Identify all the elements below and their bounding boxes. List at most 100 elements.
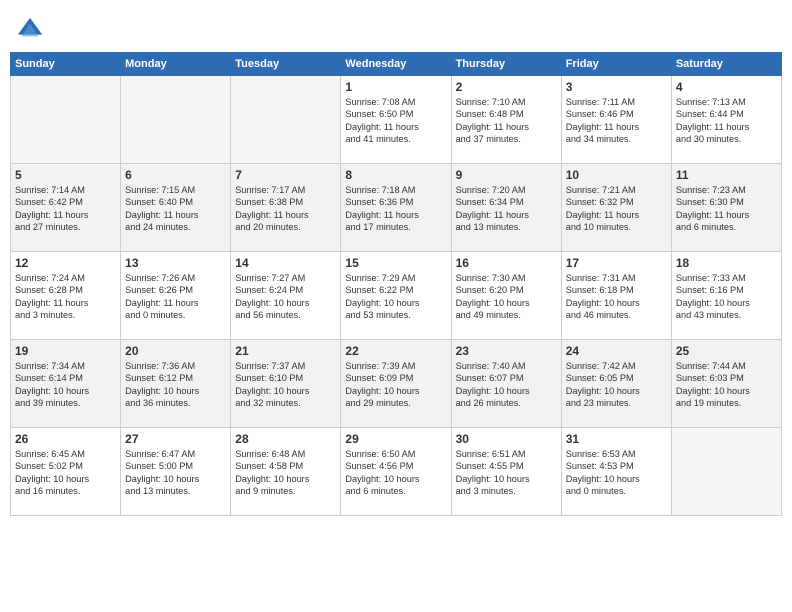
day-info: Sunrise: 7:36 AM Sunset: 6:12 PM Dayligh… bbox=[125, 360, 226, 410]
day-cell: 7 Sunrise: 7:17 AM Sunset: 6:38 PM Daylig… bbox=[231, 164, 341, 252]
day-cell: 30 Sunrise: 6:51 AM Sunset: 4:55 PM Dayli… bbox=[451, 428, 561, 516]
column-header-wednesday: Wednesday bbox=[341, 53, 451, 76]
day-info: Sunrise: 7:08 AM Sunset: 6:50 PM Dayligh… bbox=[345, 96, 446, 146]
day-number: 2 bbox=[456, 80, 557, 94]
day-number: 15 bbox=[345, 256, 446, 270]
day-cell bbox=[231, 76, 341, 164]
day-info: Sunrise: 7:34 AM Sunset: 6:14 PM Dayligh… bbox=[15, 360, 116, 410]
day-number: 29 bbox=[345, 432, 446, 446]
day-info: Sunrise: 7:15 AM Sunset: 6:40 PM Dayligh… bbox=[125, 184, 226, 234]
day-cell: 24 Sunrise: 7:42 AM Sunset: 6:05 PM Dayli… bbox=[561, 340, 671, 428]
day-number: 16 bbox=[456, 256, 557, 270]
day-cell: 28 Sunrise: 6:48 AM Sunset: 4:58 PM Dayli… bbox=[231, 428, 341, 516]
page-header bbox=[10, 10, 782, 44]
day-cell: 4Sunrise: 7:13 AM Sunset: 6:44 PM Daylig… bbox=[671, 76, 781, 164]
day-cell: 19 Sunrise: 7:34 AM Sunset: 6:14 PM Dayli… bbox=[11, 340, 121, 428]
day-cell: 6Sunrise: 7:15 AM Sunset: 6:40 PM Daylig… bbox=[121, 164, 231, 252]
day-cell: 15 Sunrise: 7:29 AM Sunset: 6:22 PM Dayli… bbox=[341, 252, 451, 340]
day-info: Sunrise: 7:30 AM Sunset: 6:20 PM Dayligh… bbox=[456, 272, 557, 322]
day-number: 13 bbox=[125, 256, 226, 270]
column-header-sunday: Sunday bbox=[11, 53, 121, 76]
day-cell: 31 Sunrise: 6:53 AM Sunset: 4:53 PM Dayli… bbox=[561, 428, 671, 516]
day-number: 19 bbox=[15, 344, 116, 358]
day-cell: 25 Sunrise: 7:44 AM Sunset: 6:03 PM Dayli… bbox=[671, 340, 781, 428]
day-number: 7 bbox=[235, 168, 336, 182]
day-cell: 21Sunrise: 7:37 AM Sunset: 6:10 PM Dayli… bbox=[231, 340, 341, 428]
calendar-table: SundayMondayTuesdayWednesdayThursdayFrid… bbox=[10, 52, 782, 516]
day-number: 25 bbox=[676, 344, 777, 358]
week-row-4: 19 Sunrise: 7:34 AM Sunset: 6:14 PM Dayli… bbox=[11, 340, 782, 428]
day-info: Sunrise: 7:27 AM Sunset: 6:24 PM Dayligh… bbox=[235, 272, 336, 322]
day-info: Sunrise: 7:31 AM Sunset: 6:18 PM Dayligh… bbox=[566, 272, 667, 322]
day-info: Sunrise: 7:14 AM Sunset: 6:42 PM Dayligh… bbox=[15, 184, 116, 234]
day-info: Sunrise: 7:29 AM Sunset: 6:22 PM Dayligh… bbox=[345, 272, 446, 322]
day-number: 8 bbox=[345, 168, 446, 182]
day-number: 26 bbox=[15, 432, 116, 446]
day-info: Sunrise: 6:51 AM Sunset: 4:55 PM Dayligh… bbox=[456, 448, 557, 498]
day-cell: 27 Sunrise: 6:47 AM Sunset: 5:00 PM Dayli… bbox=[121, 428, 231, 516]
day-number: 31 bbox=[566, 432, 667, 446]
day-info: Sunrise: 7:37 AM Sunset: 6:10 PM Dayligh… bbox=[235, 360, 336, 410]
day-info: Sunrise: 7:26 AM Sunset: 6:26 PM Dayligh… bbox=[125, 272, 226, 322]
day-info: Sunrise: 7:33 AM Sunset: 6:16 PM Dayligh… bbox=[676, 272, 777, 322]
logo-icon bbox=[16, 16, 44, 44]
day-info: Sunrise: 7:18 AM Sunset: 6:36 PM Dayligh… bbox=[345, 184, 446, 234]
day-cell: 11 Sunrise: 7:23 AM Sunset: 6:30 PM Dayli… bbox=[671, 164, 781, 252]
day-number: 30 bbox=[456, 432, 557, 446]
day-cell bbox=[671, 428, 781, 516]
day-number: 28 bbox=[235, 432, 336, 446]
day-info: Sunrise: 6:48 AM Sunset: 4:58 PM Dayligh… bbox=[235, 448, 336, 498]
day-info: Sunrise: 7:17 AM Sunset: 6:38 PM Dayligh… bbox=[235, 184, 336, 234]
day-cell bbox=[11, 76, 121, 164]
day-info: Sunrise: 6:53 AM Sunset: 4:53 PM Dayligh… bbox=[566, 448, 667, 498]
week-row-1: 1 Sunrise: 7:08 AM Sunset: 6:50 PM Daylig… bbox=[11, 76, 782, 164]
day-cell: 17Sunrise: 7:31 AM Sunset: 6:18 PM Dayli… bbox=[561, 252, 671, 340]
column-header-tuesday: Tuesday bbox=[231, 53, 341, 76]
day-number: 20 bbox=[125, 344, 226, 358]
column-header-friday: Friday bbox=[561, 53, 671, 76]
logo bbox=[14, 16, 44, 44]
day-info: Sunrise: 7:20 AM Sunset: 6:34 PM Dayligh… bbox=[456, 184, 557, 234]
day-number: 14 bbox=[235, 256, 336, 270]
day-cell: 2 Sunrise: 7:10 AM Sunset: 6:48 PM Daylig… bbox=[451, 76, 561, 164]
week-row-3: 12 Sunrise: 7:24 AM Sunset: 6:28 PM Dayli… bbox=[11, 252, 782, 340]
day-number: 9 bbox=[456, 168, 557, 182]
day-info: Sunrise: 6:47 AM Sunset: 5:00 PM Dayligh… bbox=[125, 448, 226, 498]
header-row: SundayMondayTuesdayWednesdayThursdayFrid… bbox=[11, 53, 782, 76]
day-info: Sunrise: 6:50 AM Sunset: 4:56 PM Dayligh… bbox=[345, 448, 446, 498]
day-cell: 13 Sunrise: 7:26 AM Sunset: 6:26 PM Dayli… bbox=[121, 252, 231, 340]
day-number: 23 bbox=[456, 344, 557, 358]
day-number: 22 bbox=[345, 344, 446, 358]
day-number: 12 bbox=[15, 256, 116, 270]
day-cell: 23 Sunrise: 7:40 AM Sunset: 6:07 PM Dayli… bbox=[451, 340, 561, 428]
column-header-monday: Monday bbox=[121, 53, 231, 76]
day-cell: 20 Sunrise: 7:36 AM Sunset: 6:12 PM Dayli… bbox=[121, 340, 231, 428]
day-info: Sunrise: 7:39 AM Sunset: 6:09 PM Dayligh… bbox=[345, 360, 446, 410]
day-info: Sunrise: 7:11 AM Sunset: 6:46 PM Dayligh… bbox=[566, 96, 667, 146]
day-info: Sunrise: 7:42 AM Sunset: 6:05 PM Dayligh… bbox=[566, 360, 667, 410]
day-cell: 12 Sunrise: 7:24 AM Sunset: 6:28 PM Dayli… bbox=[11, 252, 121, 340]
day-cell: 8 Sunrise: 7:18 AM Sunset: 6:36 PM Daylig… bbox=[341, 164, 451, 252]
day-info: Sunrise: 7:23 AM Sunset: 6:30 PM Dayligh… bbox=[676, 184, 777, 234]
day-number: 18 bbox=[676, 256, 777, 270]
day-info: Sunrise: 6:45 AM Sunset: 5:02 PM Dayligh… bbox=[15, 448, 116, 498]
column-header-thursday: Thursday bbox=[451, 53, 561, 76]
day-cell: 22 Sunrise: 7:39 AM Sunset: 6:09 PM Dayli… bbox=[341, 340, 451, 428]
day-cell: 5 Sunrise: 7:14 AM Sunset: 6:42 PM Daylig… bbox=[11, 164, 121, 252]
day-info: Sunrise: 7:40 AM Sunset: 6:07 PM Dayligh… bbox=[456, 360, 557, 410]
day-number: 11 bbox=[676, 168, 777, 182]
day-number: 27 bbox=[125, 432, 226, 446]
day-cell: 1 Sunrise: 7:08 AM Sunset: 6:50 PM Daylig… bbox=[341, 76, 451, 164]
day-cell: 16 Sunrise: 7:30 AM Sunset: 6:20 PM Dayli… bbox=[451, 252, 561, 340]
day-number: 5 bbox=[15, 168, 116, 182]
day-cell: 29 Sunrise: 6:50 AM Sunset: 4:56 PM Dayli… bbox=[341, 428, 451, 516]
day-cell: 14 Sunrise: 7:27 AM Sunset: 6:24 PM Dayli… bbox=[231, 252, 341, 340]
day-number: 24 bbox=[566, 344, 667, 358]
day-info: Sunrise: 7:24 AM Sunset: 6:28 PM Dayligh… bbox=[15, 272, 116, 322]
day-number: 1 bbox=[345, 80, 446, 94]
week-row-5: 26 Sunrise: 6:45 AM Sunset: 5:02 PM Dayli… bbox=[11, 428, 782, 516]
day-info: Sunrise: 7:10 AM Sunset: 6:48 PM Dayligh… bbox=[456, 96, 557, 146]
day-info: Sunrise: 7:44 AM Sunset: 6:03 PM Dayligh… bbox=[676, 360, 777, 410]
day-info: Sunrise: 7:21 AM Sunset: 6:32 PM Dayligh… bbox=[566, 184, 667, 234]
day-cell: 18 Sunrise: 7:33 AM Sunset: 6:16 PM Dayli… bbox=[671, 252, 781, 340]
